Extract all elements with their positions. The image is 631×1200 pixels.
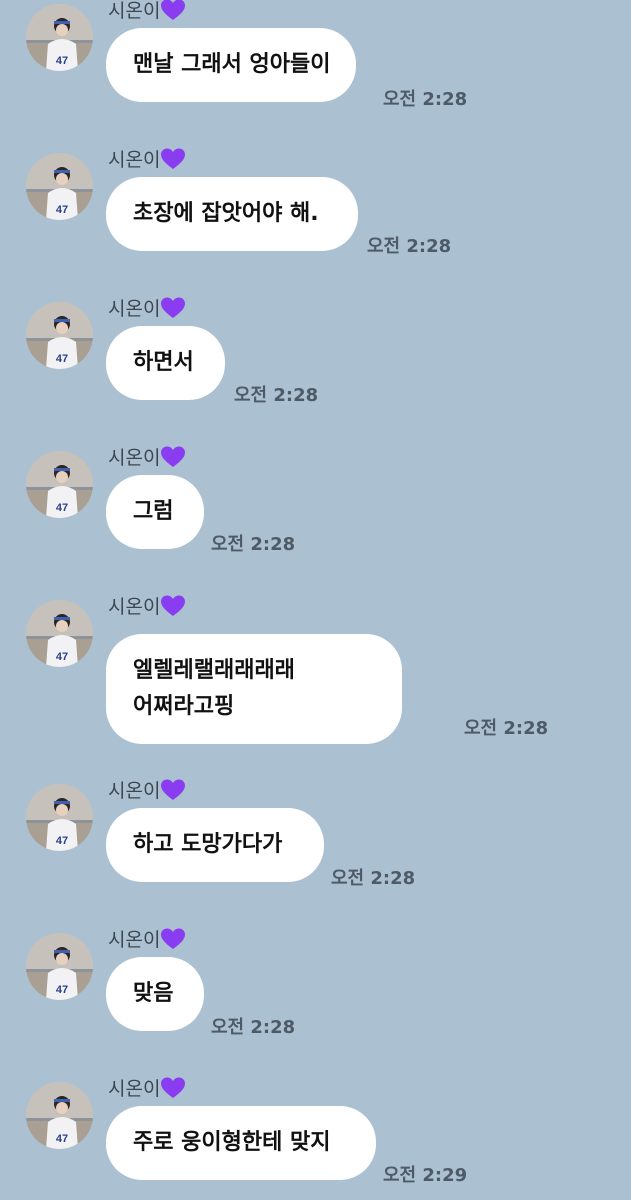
message-time: 오전 2:28 [464,718,549,739]
message-text-line: 어쩌라고핑 [133,694,235,719]
purple-heart-icon [161,0,186,20]
avatar-photo-icon: 47 [26,933,93,1000]
avatar[interactable]: 47 [26,784,93,851]
svg-text:47: 47 [56,651,68,663]
avatar-photo-icon: 47 [26,1082,93,1149]
svg-text:47: 47 [56,55,68,67]
purple-heart-icon [161,148,186,169]
avatar-photo-icon: 47 [26,784,93,851]
purple-heart-icon [161,595,186,616]
avatar-photo-icon: 47 [26,302,93,369]
message-text: 맨날 그래서 엉아들이 [133,52,331,77]
message-text: 초장에 잡앗어야 해. [133,201,319,226]
avatar[interactable]: 47 [26,1082,93,1149]
avatar[interactable]: 47 [26,451,93,518]
sender-name: 시온이 [108,927,186,953]
message-time: 오전 2:28 [211,534,296,555]
sender-name: 시온이 [108,0,186,24]
svg-text:47: 47 [56,502,68,514]
message-bubble[interactable]: 초장에 잡앗어야 해. [106,177,358,251]
avatar[interactable]: 47 [26,302,93,369]
message-time: 오전 2:28 [211,1017,296,1038]
avatar[interactable]: 47 [26,600,93,667]
message-text: 주로 웅이형한테 맞지 [133,1130,331,1155]
message-time: 오전 2:29 [383,1165,468,1186]
purple-heart-icon [161,779,186,800]
sender-name: 시온이 [108,778,186,804]
sender-name: 시온이 [108,594,186,620]
purple-heart-icon [161,446,186,467]
sender-name: 시온이 [108,296,186,322]
message-time: 오전 2:28 [367,236,452,257]
message-text: 맞음 [133,981,174,1006]
message-text-line: 엘렐레랠래래래래 [133,658,295,683]
message-time: 오전 2:28 [331,868,416,889]
message-bubble[interactable]: 맨날 그래서 엉아들이 [106,28,356,102]
message-time: 오전 2:28 [234,385,319,406]
avatar[interactable]: 47 [26,153,93,220]
message-bubble[interactable]: 하면서 [106,326,225,400]
message-bubble[interactable]: 그럼 [106,475,204,549]
sender-name: 시온이 [108,1076,186,1102]
svg-text:47: 47 [56,984,68,996]
sender-name: 시온이 [108,147,186,173]
avatar-photo-icon: 47 [26,451,93,518]
svg-text:47: 47 [56,1133,68,1145]
avatar[interactable]: 47 [26,933,93,1000]
purple-heart-icon [161,1077,186,1098]
message-bubble[interactable]: 하고 도망가다가 [106,808,324,882]
message-time: 오전 2:28 [383,89,468,110]
avatar-photo-icon: 47 [26,4,93,71]
message-text: 하고 도망가다가 [133,832,283,857]
message-text: 하면서 [133,350,194,375]
message-text: 그럼 [133,499,174,524]
message-bubble[interactable]: 맞음 [106,957,204,1031]
svg-text:47: 47 [56,353,68,365]
purple-heart-icon [161,297,186,318]
svg-text:47: 47 [56,204,68,216]
message-bubble[interactable]: 엘렐레랠래래래래 어쩌라고핑 [106,634,402,744]
avatar[interactable]: 47 [26,4,93,71]
avatar-photo-icon: 47 [26,600,93,667]
avatar-photo-icon: 47 [26,153,93,220]
svg-text:47: 47 [56,835,68,847]
sender-name: 시온이 [108,445,186,471]
message-bubble[interactable]: 주로 웅이형한테 맞지 [106,1106,376,1180]
purple-heart-icon [161,928,186,949]
